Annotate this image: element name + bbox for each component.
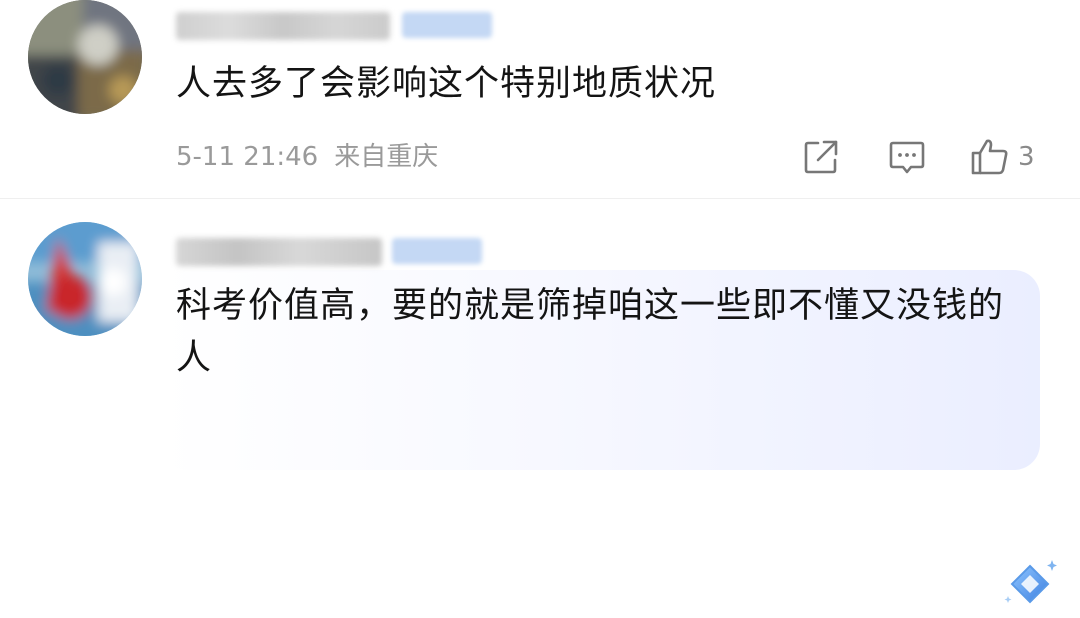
avatar[interactable] [28, 0, 142, 114]
avatar-image [28, 222, 142, 336]
comment-item: 人去多了会影响这个特别地质状况 5-11 21:46 来自重庆 3 [0, 0, 1080, 200]
comment-icon [889, 141, 925, 174]
ai-sparkle-diamond-icon [1004, 560, 1057, 604]
ai-assistant-button[interactable] [1000, 556, 1060, 614]
comment-item: 科考价值高，要的就是筛掉咱这一些即不懂又没钱的人 [0, 200, 1080, 604]
username-blurred[interactable] [176, 12, 390, 40]
member-badge [392, 238, 482, 264]
reply-button[interactable] [888, 138, 926, 176]
like-button[interactable]: 3 [970, 138, 1035, 176]
member-badge [402, 12, 492, 38]
comment-text: 人去多了会影响这个特别地质状况 [176, 64, 717, 104]
username-blurred[interactable] [176, 238, 382, 266]
avatar[interactable] [28, 222, 142, 336]
avatar-image [28, 0, 142, 114]
thumbs-up-icon [971, 139, 1008, 175]
share-icon [804, 140, 838, 174]
comment-text: 科考价值高，要的就是筛掉咱这一些即不懂又没钱的人 [176, 286, 1005, 378]
like-count: 3 [1018, 142, 1035, 172]
comment-meta: 5-11 21:46 来自重庆 [176, 140, 454, 174]
share-button[interactable] [802, 138, 840, 176]
comment-date: 5-11 21:46 [176, 142, 319, 172]
divider [0, 198, 1080, 199]
comment-location: 来自重庆 [334, 142, 439, 172]
